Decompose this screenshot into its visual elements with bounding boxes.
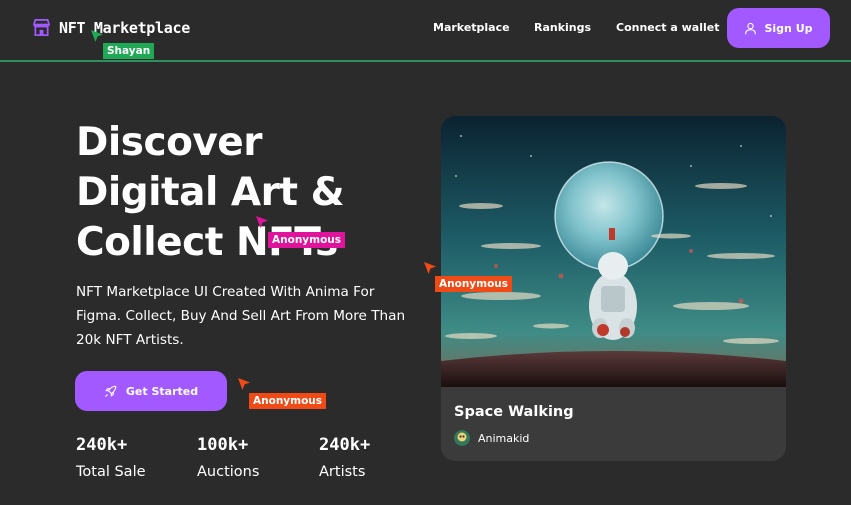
nft-card-info: Space Walking Animakid [441, 387, 786, 461]
nav-rankings[interactable]: Rankings [534, 21, 591, 34]
hero-title-line: Collect NFTs [76, 220, 338, 265]
nav-marketplace[interactable]: Marketplace [433, 21, 510, 34]
cursor-name-tag: Shayan [103, 43, 155, 59]
nft-title: Space Walking [454, 404, 574, 420]
stat-auctions: 100k+ Auctions [197, 434, 259, 484]
header-divider [0, 60, 851, 62]
storefront-icon [33, 19, 50, 36]
stat-total-sale: 240k+ Total Sale [76, 434, 146, 484]
logo[interactable]: NFT Marketplace [32, 18, 190, 37]
cursor-arrow-icon [238, 378, 250, 390]
get-started-label: Get Started [125, 384, 199, 398]
nft-artwork-image [441, 116, 786, 387]
sign-up-label: Sign Up [764, 21, 813, 35]
artist-name: Animakid [478, 431, 530, 445]
hero-title-line: Digital Art & [76, 170, 345, 215]
hero-title: Discover Digital Art & Collect NFTs [76, 118, 416, 268]
cursor-name-tag: Anonymous [268, 232, 346, 248]
cursor-arrow-icon [256, 216, 268, 228]
hero-subtitle: NFT Marketplace UI Created With Anima Fo… [76, 284, 406, 348]
cursor-name-tag: Anonymous [435, 276, 513, 292]
stat-value: 240k+ [319, 435, 371, 455]
stat-label: Auctions [197, 464, 260, 480]
stat-value: 100k+ [197, 435, 249, 455]
nft-artist[interactable]: Animakid [454, 430, 529, 446]
stat-label: Artists [319, 464, 366, 480]
nav-connect-wallet[interactable]: Connect a wallet [616, 21, 719, 34]
stat-value: 240k+ [76, 435, 128, 455]
sign-up-button[interactable]: Sign Up [727, 8, 830, 48]
stat-label: Total Sale [76, 464, 146, 480]
user-icon [745, 22, 757, 34]
hero-title-line: Discover [76, 120, 262, 165]
cursor-arrow-icon [424, 262, 436, 274]
logo-text: NFT Marketplace [59, 18, 190, 37]
artist-avatar [454, 430, 470, 446]
cursor-arrow-icon [91, 30, 103, 42]
cursor-name-tag: Anonymous [249, 393, 327, 409]
get-started-button[interactable]: Get Started [75, 371, 227, 411]
rocket-icon [104, 385, 117, 397]
stat-artists: 240k+ Artists [319, 434, 370, 484]
